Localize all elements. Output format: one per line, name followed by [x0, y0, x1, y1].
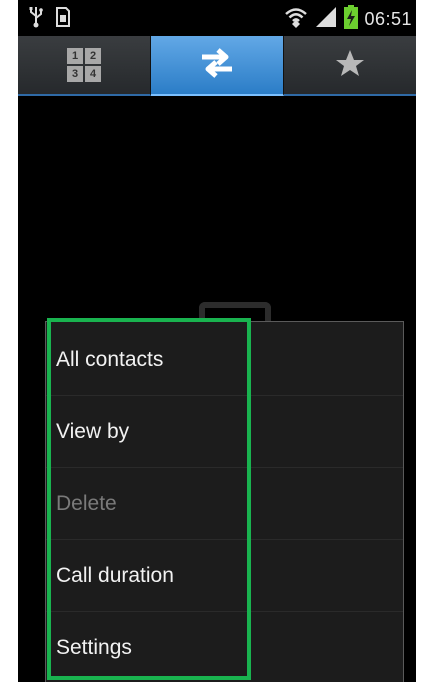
- menu-item-label: Settings: [56, 635, 132, 659]
- swap-arrows-icon: [200, 47, 234, 83]
- keypad-key: 4: [85, 66, 101, 82]
- keypad-key: 1: [67, 48, 83, 64]
- signal-icon: [314, 6, 338, 33]
- usb-icon: [28, 6, 44, 33]
- keypad-key: 3: [67, 66, 83, 82]
- wifi-icon: [284, 6, 308, 33]
- menu-item-label: View by: [56, 419, 130, 443]
- star-icon: [335, 49, 365, 82]
- options-menu: All contacts View by Delete Call duratio…: [45, 321, 404, 682]
- keypad-key: 2: [85, 48, 101, 64]
- phone-screen: 06:51 1 2 3 4 All contacts View by Delet…: [18, 0, 416, 682]
- menu-item-label: Delete: [56, 491, 117, 515]
- clock: 06:51: [364, 9, 412, 29]
- menu-item-call-duration[interactable]: Call duration: [46, 540, 403, 612]
- menu-item-view-by[interactable]: View by: [46, 396, 403, 468]
- tab-bar: 1 2 3 4: [18, 36, 416, 96]
- tab-favorites[interactable]: [284, 36, 416, 96]
- tab-logs[interactable]: [151, 36, 284, 96]
- menu-item-settings[interactable]: Settings: [46, 612, 403, 682]
- status-bar: 06:51: [18, 0, 416, 36]
- tab-keypad[interactable]: 1 2 3 4: [18, 36, 151, 96]
- menu-item-delete: Delete: [46, 468, 403, 540]
- sim-card-icon: [56, 7, 70, 32]
- keypad-icon: 1 2 3 4: [67, 48, 101, 82]
- battery-charging-icon: [344, 5, 359, 34]
- menu-item-all-contacts[interactable]: All contacts: [46, 324, 403, 396]
- menu-item-label: Call duration: [56, 563, 174, 587]
- menu-item-label: All contacts: [56, 347, 164, 371]
